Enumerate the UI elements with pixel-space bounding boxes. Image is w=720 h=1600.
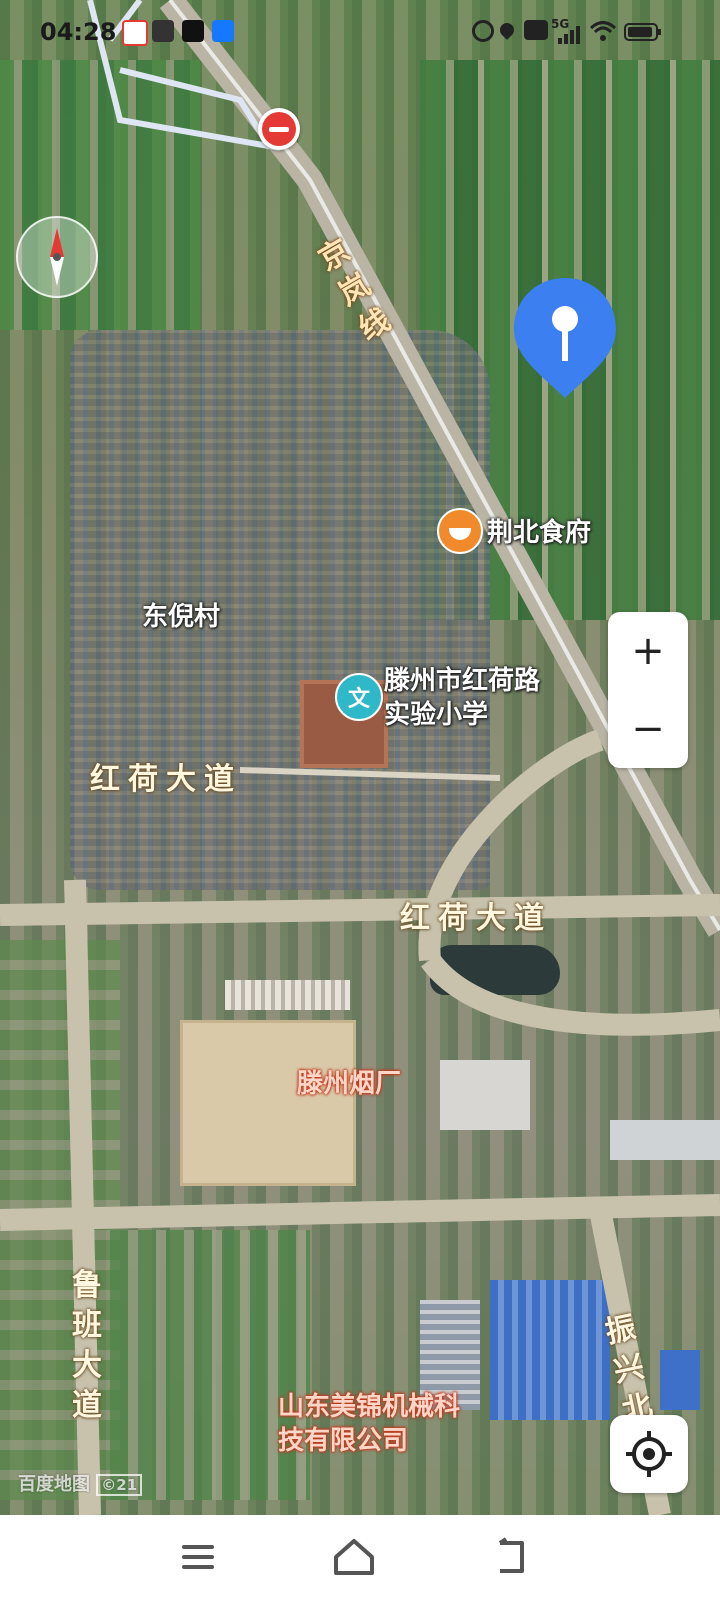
alarm-icon — [472, 20, 494, 42]
status-time: 04:28 — [40, 18, 117, 46]
zoom-in-button[interactable]: + — [608, 612, 688, 690]
factory-label[interactable]: 滕州烟厂 — [297, 1067, 401, 1101]
road-label-luban: 鲁班大道 — [72, 1268, 102, 1423]
wifi-icon — [590, 21, 616, 41]
navigation-bar — [0, 1515, 720, 1600]
status-bar: 04:28 5G — [0, 0, 720, 64]
school-label[interactable]: 滕州市红荷路实验小学 — [384, 664, 560, 732]
map-app-icon — [122, 20, 148, 46]
battery-icon — [624, 23, 661, 41]
location-pin-icon[interactable] — [510, 274, 620, 402]
no-entry-icon[interactable] — [258, 108, 300, 150]
locate-button[interactable] — [610, 1415, 688, 1493]
road-label-west: 红荷大道 — [90, 762, 242, 797]
school-icon[interactable]: 文 — [335, 673, 383, 721]
locate-icon — [626, 1431, 672, 1477]
tiktok-icon — [182, 20, 204, 42]
map-watermark: 百度地图 ©21 — [18, 1470, 143, 1496]
company-label[interactable]: 山东美锦机械科技有限公司 — [278, 1390, 470, 1458]
back-icon[interactable] — [488, 1535, 536, 1579]
map-view[interactable]: 京岚线 荆北食府 东倪村 文 滕州市红荷路实验小学 红荷大道 红荷大道 鲁班大道… — [0, 0, 720, 1515]
watermark-text: 百度地图 — [18, 1474, 90, 1495]
road-label-east: 红荷大道 — [400, 901, 552, 936]
news-app-icon — [152, 20, 174, 42]
watermark-year: ©21 — [96, 1474, 143, 1496]
alipay-icon — [212, 20, 234, 42]
restaurant-icon[interactable] — [437, 508, 483, 554]
menu-icon[interactable] — [174, 1535, 222, 1579]
home-icon[interactable] — [330, 1535, 378, 1579]
restaurant-label[interactable]: 荆北食府 — [487, 512, 591, 549]
village-label: 东倪村 — [142, 602, 221, 632]
hd-icon — [524, 20, 548, 40]
signal-icon — [558, 26, 580, 44]
railway-line — [159, 0, 720, 937]
compass-icon[interactable] — [16, 216, 98, 298]
red-road — [239, 767, 501, 781]
zoom-control: + − — [608, 612, 688, 768]
zoom-out-button[interactable]: − — [608, 690, 688, 768]
location-icon — [497, 20, 517, 40]
